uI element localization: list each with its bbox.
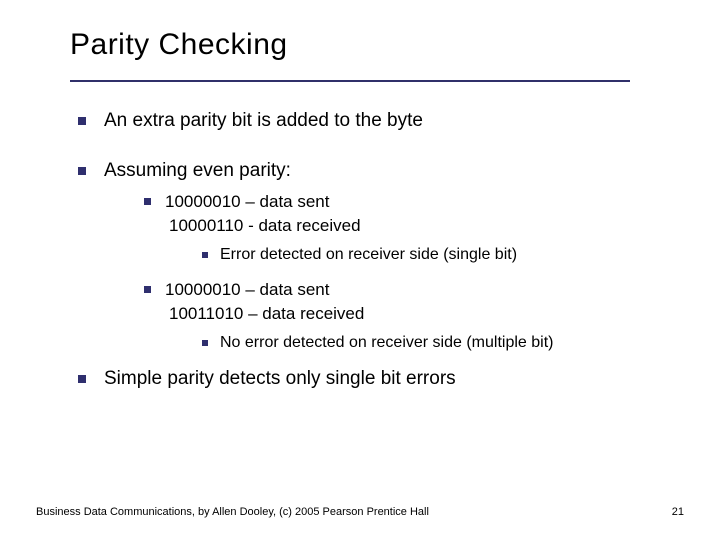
bullet-text: Assuming even parity:: [104, 160, 291, 182]
bullet-level2: 10000010 – data sent: [144, 280, 672, 300]
square-bullet-icon: [78, 375, 86, 383]
bullet-level1: Assuming even parity:: [78, 160, 672, 182]
bullet-text: Simple parity detects only single bit er…: [104, 368, 456, 390]
bullet-text: Error detected on receiver side (single …: [220, 246, 517, 264]
bullet-level3: No error detected on receiver side (mult…: [202, 334, 672, 352]
bullet-text: 10000010 – data sent: [165, 280, 329, 300]
title-underline: [70, 80, 630, 82]
bullet-level2: 10000010 – data sent: [144, 192, 672, 212]
square-bullet-icon: [144, 286, 151, 293]
square-bullet-icon: [144, 198, 151, 205]
bullet-level1: Simple parity detects only single bit er…: [78, 368, 672, 390]
footer-text: Business Data Communications, by Allen D…: [36, 506, 429, 518]
page-number: 21: [672, 506, 684, 518]
bullet-text: An extra parity bit is added to the byte: [104, 110, 423, 132]
bullet-text-line2: 10000110 - data received: [169, 216, 672, 236]
bullet-text: No error detected on receiver side (mult…: [220, 334, 553, 352]
square-bullet-icon: [78, 167, 86, 175]
bullet-level3: Error detected on receiver side (single …: [202, 246, 672, 264]
slide: Parity Checking An extra parity bit is a…: [0, 0, 720, 540]
square-bullet-icon: [202, 340, 208, 346]
bullet-level1: An extra parity bit is added to the byte: [78, 110, 672, 132]
bullet-text-line2: 10011010 – data received: [169, 304, 672, 324]
square-bullet-icon: [202, 252, 208, 258]
square-bullet-icon: [78, 117, 86, 125]
slide-title: Parity Checking: [70, 28, 672, 62]
bullet-text: 10000010 – data sent: [165, 192, 329, 212]
